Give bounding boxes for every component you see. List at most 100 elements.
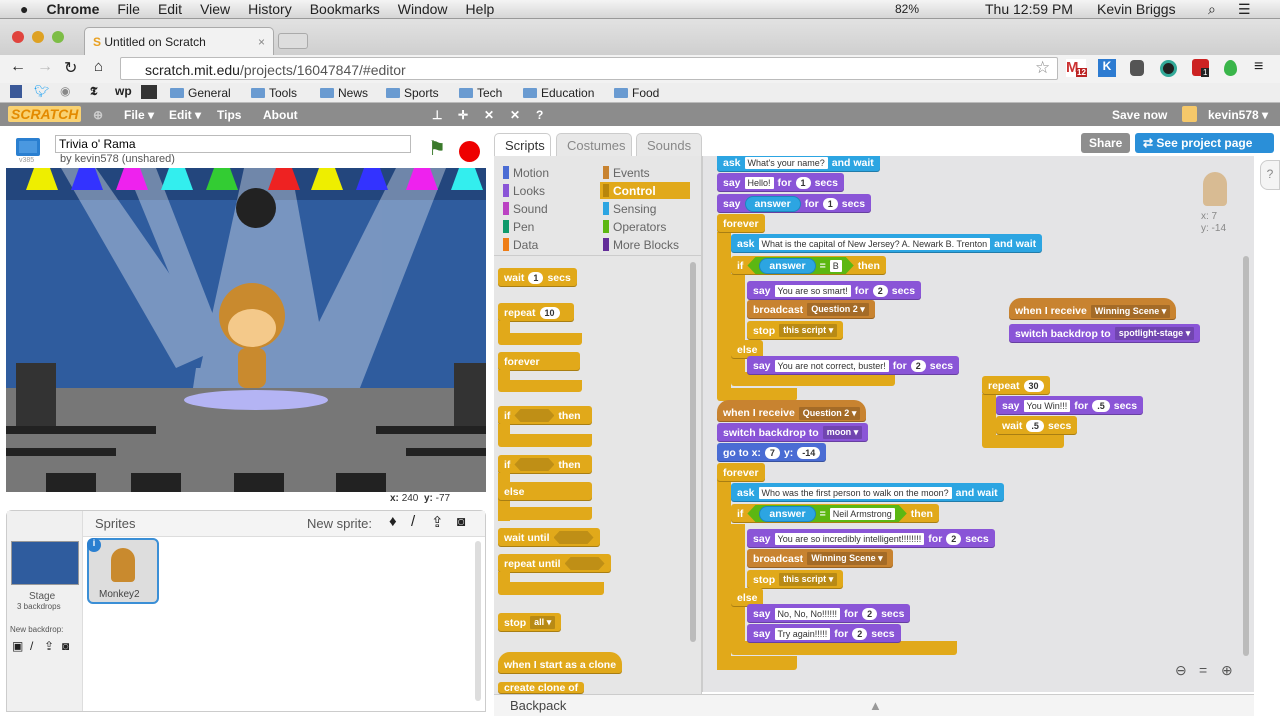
condition-operator[interactable]: answer = Neil Armstrong — [747, 505, 906, 522]
about-link[interactable]: About — [263, 108, 298, 122]
number-input[interactable]: 1 — [795, 176, 811, 189]
events-block[interactable]: broadcast Winning Scene — [747, 549, 893, 568]
text-input[interactable]: You are so smart! — [774, 284, 851, 297]
menu-file[interactable]: File — [117, 1, 140, 17]
category-sensing[interactable]: Sensing — [600, 200, 690, 217]
text-input[interactable]: B — [830, 260, 842, 272]
looks-block[interactable]: switch backdrop to spotlight-stage — [1009, 324, 1201, 343]
reddit-icon[interactable]: ◉ — [60, 84, 70, 98]
upload-sprite-icon[interactable]: ⇪ — [431, 513, 444, 531]
tab-costumes[interactable]: Costumes — [556, 133, 632, 156]
category-operators[interactable]: Operators — [600, 218, 690, 235]
tips-link[interactable]: Tips — [217, 108, 241, 122]
cut-tool-icon[interactable]: ✛ — [458, 108, 468, 122]
address-bar[interactable]: scratch.mit.edu/projects/16047847/#edito… — [120, 57, 1058, 80]
lastpass-extension-icon[interactable]: 1 — [1192, 59, 1210, 77]
looks-block[interactable]: say Try again!!!!! for 2 secs — [747, 624, 901, 643]
share-button[interactable]: Share — [1081, 133, 1131, 153]
category-looks[interactable]: Looks — [500, 182, 590, 199]
notification-icon[interactable]: ☰ — [1238, 1, 1251, 18]
help-side-tab[interactable]: ? — [1260, 160, 1280, 190]
menu-window[interactable]: Window — [398, 1, 448, 17]
grow-tool-icon[interactable]: ✕ — [484, 108, 494, 122]
backpack-bar[interactable]: Backpack ▲ — [494, 694, 1254, 716]
palette-wait-until-block[interactable]: wait until — [498, 528, 600, 547]
number-input[interactable]: 2 — [862, 607, 878, 620]
sensing-block[interactable]: ask What is the capital of New Jersey? A.… — [731, 234, 1043, 253]
evernote-extension-icon[interactable] — [1130, 60, 1144, 76]
shrink-tool-icon[interactable]: ✕ — [510, 108, 520, 122]
dropdown-input[interactable]: Winning Scene — [1090, 304, 1171, 318]
category-motion[interactable]: Motion — [500, 164, 590, 181]
events-block[interactable]: when I receive Question 2 — [717, 400, 867, 422]
sprite-library-icon[interactable]: ♦ — [389, 513, 397, 530]
dropdown-input[interactable]: spotlight-stage — [1114, 327, 1195, 340]
tab-scripts[interactable]: Scripts — [494, 133, 551, 157]
looks-block[interactable]: switch backdrop to moon — [717, 423, 869, 442]
control-block[interactable]: repeat 30 — [982, 376, 1050, 395]
zoom-in-icon[interactable]: ⊕ — [1221, 662, 1233, 679]
clock[interactable]: Thu 12:59 PM — [985, 1, 1073, 17]
dropdown-input[interactable]: moon — [822, 426, 863, 439]
answer-reporter[interactable]: answer — [759, 258, 815, 274]
file-menu[interactable]: File ▾ — [124, 108, 154, 122]
minimize-window-button[interactable] — [32, 31, 44, 43]
new-tab-button[interactable] — [278, 33, 308, 49]
menu-history[interactable]: History — [248, 1, 292, 17]
bookmark-food[interactable]: Food — [614, 86, 659, 100]
save-now-link[interactable]: Save now — [1112, 108, 1167, 122]
info-icon[interactable]: i — [87, 538, 101, 552]
user-avatar[interactable] — [1182, 106, 1197, 122]
palette-scrollbar[interactable] — [690, 262, 696, 642]
number-input[interactable]: 1 — [822, 197, 838, 210]
bookmark-star-icon[interactable]: ☆ — [1035, 58, 1050, 78]
events-block[interactable]: broadcast Question 2 — [747, 300, 875, 319]
control-block[interactable]: if answer = Bthen — [731, 256, 886, 275]
wp-icon[interactable]: wp — [115, 84, 132, 98]
bookmark-news[interactable]: News — [320, 86, 368, 100]
user-name[interactable]: Kevin Briggs — [1097, 1, 1176, 17]
palette-if-else-block[interactable]: if then — [498, 455, 592, 474]
number-input[interactable]: 2 — [910, 359, 926, 372]
text-input[interactable]: You are not correct, buster! — [774, 359, 889, 372]
stage-thumbnail[interactable] — [11, 541, 79, 585]
paint-sprite-icon[interactable]: / — [411, 513, 415, 530]
stage-canvas[interactable] — [6, 168, 486, 492]
motion-block[interactable]: go to x: 7 y: -14 — [717, 443, 827, 462]
chrome-menu-icon[interactable]: ≡ — [1254, 58, 1263, 76]
script-area[interactable]: ask What's your name? and wait say Hello! for… — [702, 156, 1254, 692]
fullscreen-icon[interactable] — [16, 138, 40, 156]
number-input[interactable]: 2 — [852, 627, 868, 640]
see-project-page-button[interactable]: ⇄ See project page — [1135, 133, 1274, 153]
bookmark-sports[interactable]: Sports — [386, 86, 439, 100]
text-input[interactable]: Try again!!!!! — [774, 627, 831, 640]
twitter-icon[interactable]: 🐦︎ — [34, 84, 49, 98]
home-icon[interactable]: ⌂ — [94, 58, 103, 75]
text-input[interactable]: You Win!!! — [1023, 399, 1071, 412]
palette-repeat-until-block[interactable]: repeat until — [498, 554, 611, 573]
number-input[interactable]: 7 — [764, 446, 780, 459]
zoom-window-button[interactable] — [52, 31, 64, 43]
project-title-input[interactable] — [55, 135, 411, 153]
palette-forever-block[interactable]: forever — [498, 352, 580, 371]
k-extension-icon[interactable]: K — [1098, 59, 1116, 77]
looks-block[interactable]: say answer for 1 secs — [717, 194, 872, 213]
category-pen[interactable]: Pen — [500, 218, 590, 235]
number-input[interactable]: 30 — [1023, 379, 1044, 392]
browser-tab[interactable]: S Untitled on Scratch × — [84, 27, 274, 55]
looks-block[interactable]: say You are so smart! for 2 secs — [747, 281, 922, 300]
camera-sprite-icon[interactable]: ◙ — [457, 513, 465, 529]
control-block[interactable]: forever — [717, 463, 765, 482]
zoom-out-icon[interactable]: ⊖ — [1175, 662, 1187, 679]
menu-bookmarks[interactable]: Bookmarks — [310, 1, 380, 17]
dropdown-input[interactable]: this script — [779, 324, 838, 337]
category-events[interactable]: Events — [600, 164, 690, 181]
text-input[interactable]: What's your name? — [744, 156, 828, 169]
answer-reporter[interactable]: answer — [759, 506, 815, 522]
dropdown-input[interactable]: Question 2 — [807, 303, 869, 316]
script-scrollbar[interactable] — [1243, 256, 1249, 656]
close-window-button[interactable] — [12, 31, 24, 43]
text-input[interactable]: Hello! — [744, 176, 774, 189]
control-block[interactable]: wait .5 secs — [996, 416, 1078, 435]
help-tool-icon[interactable]: ? — [536, 108, 543, 122]
